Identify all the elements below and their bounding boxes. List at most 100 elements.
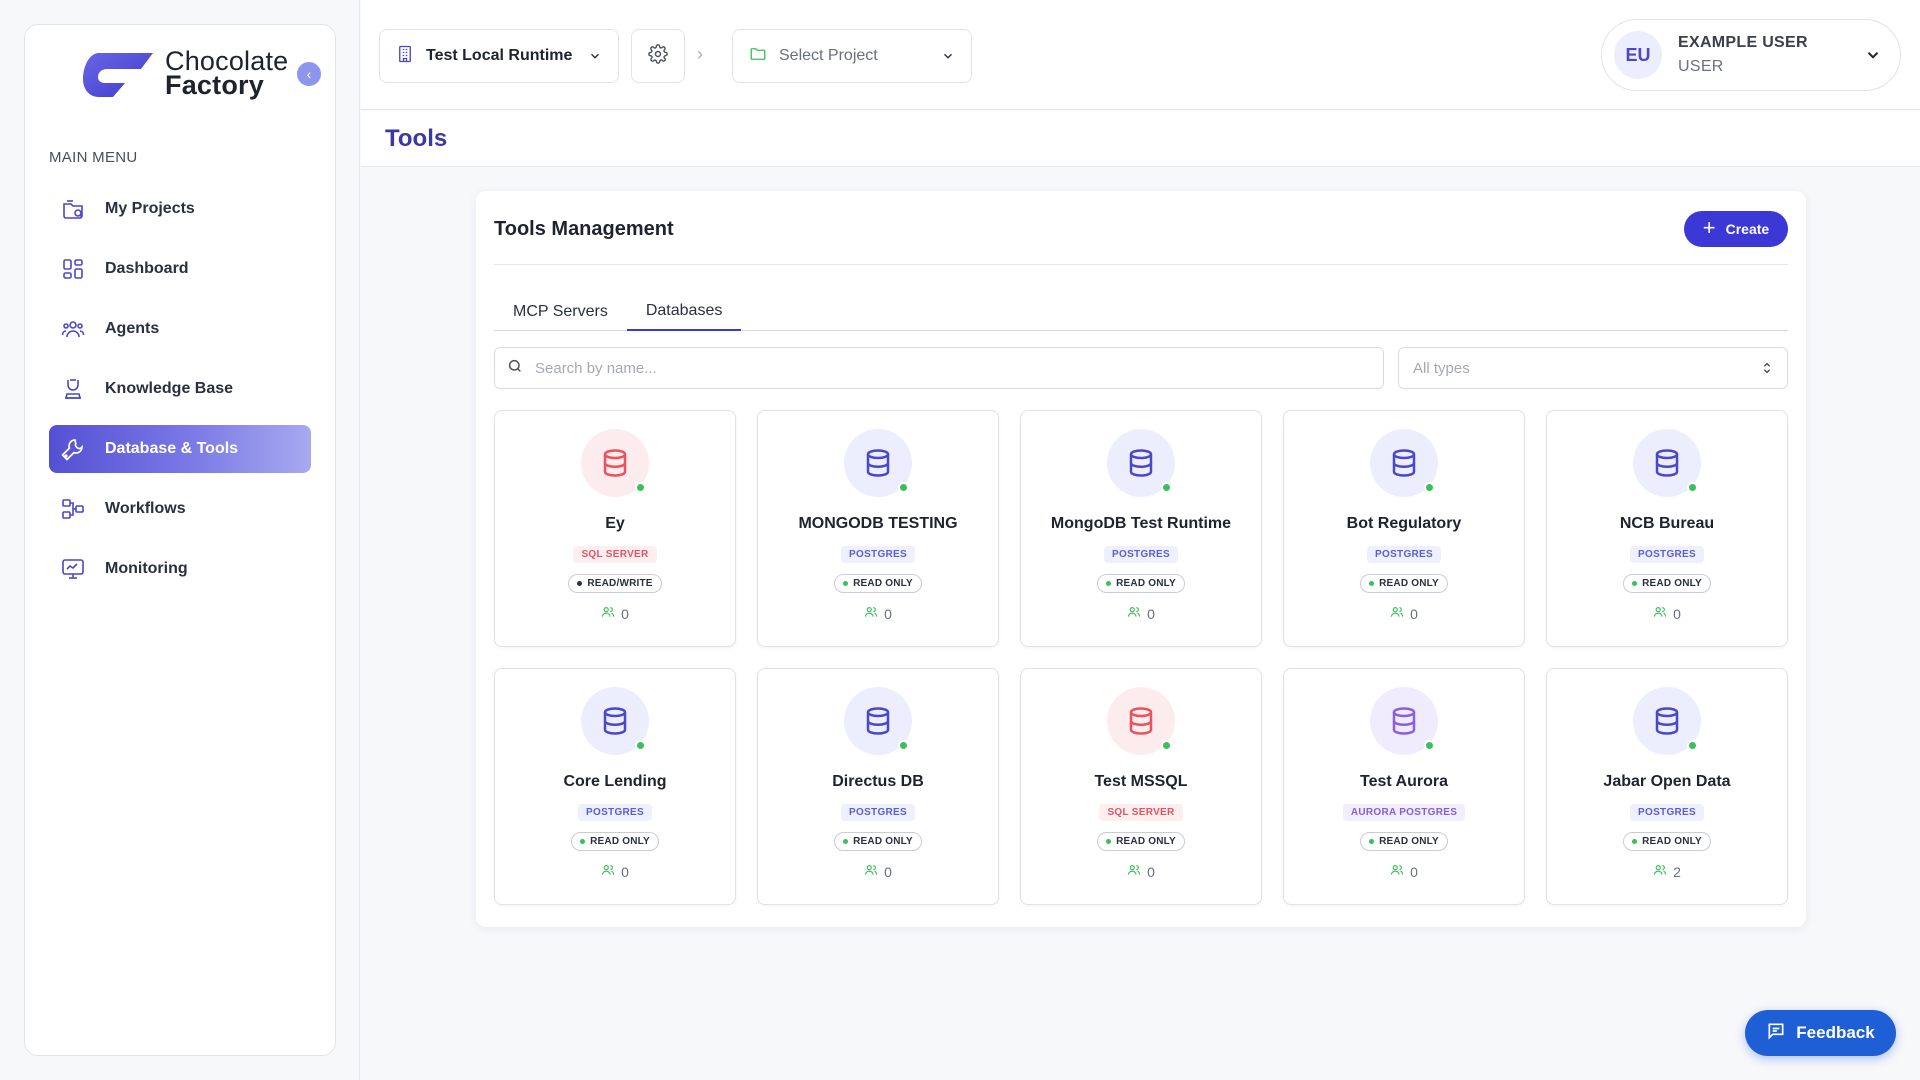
database-card[interactable]: Jabar Open Data POSTGRES READ ONLY 2 bbox=[1546, 668, 1788, 905]
access-badge: READ ONLY bbox=[1360, 574, 1448, 593]
workflow-icon bbox=[59, 495, 87, 523]
gear-icon bbox=[648, 43, 668, 69]
access-badge: READ ONLY bbox=[1097, 574, 1185, 593]
tab-mcp-servers[interactable]: MCP Servers bbox=[494, 293, 627, 331]
database-name: MongoDB Test Runtime bbox=[1050, 515, 1232, 532]
project-selector[interactable]: Select Project bbox=[732, 29, 972, 83]
database-icon bbox=[1370, 429, 1438, 497]
user-count-value: 0 bbox=[1673, 605, 1681, 622]
online-status-dot bbox=[1161, 740, 1172, 751]
access-badge: READ ONLY bbox=[834, 574, 922, 593]
online-status-dot bbox=[1424, 482, 1435, 493]
users-icon bbox=[1390, 863, 1404, 880]
tab-databases[interactable]: Databases bbox=[626, 293, 742, 331]
sidebar-item-my-projects[interactable]: My Projects bbox=[49, 185, 311, 233]
access-dot bbox=[1106, 839, 1112, 844]
user-count: 0 bbox=[1127, 605, 1155, 622]
database-card[interactable]: NCB Bureau POSTGRES READ ONLY 0 bbox=[1546, 410, 1788, 647]
building-icon bbox=[396, 45, 414, 68]
database-card[interactable]: MongoDB Test Runtime POSTGRES READ ONLY … bbox=[1020, 410, 1262, 647]
database-card[interactable]: Directus DB POSTGRES READ ONLY 0 bbox=[757, 668, 999, 905]
user-count-value: 0 bbox=[1147, 863, 1155, 880]
database-grid: Ey SQL SERVER READ/WRITE 0 MONGODB TESTI… bbox=[494, 410, 1788, 905]
tool-tabs: MCP Servers Databases bbox=[494, 293, 1788, 331]
database-card[interactable]: Ey SQL SERVER READ/WRITE 0 bbox=[494, 410, 736, 647]
type-filter-select[interactable]: All types bbox=[1398, 347, 1788, 389]
user-count: 0 bbox=[1390, 605, 1418, 622]
projects-icon bbox=[59, 195, 87, 223]
users-icon bbox=[1127, 863, 1141, 880]
access-badge: READ ONLY bbox=[1623, 574, 1711, 593]
database-card[interactable]: MONGODB TESTING POSTGRES READ ONLY 0 bbox=[757, 410, 999, 647]
sidebar-item-agents[interactable]: Agents bbox=[49, 305, 311, 353]
user-menu[interactable]: EU EXAMPLE USER USER bbox=[1601, 19, 1901, 91]
runtime-selector[interactable]: Test Local Runtime bbox=[379, 29, 619, 83]
create-button-label: Create bbox=[1725, 221, 1770, 237]
knowledge-base-icon bbox=[59, 375, 87, 403]
sidebar-item-monitoring[interactable]: Monitoring bbox=[49, 545, 311, 593]
main-menu: My Projects Dashboard Agents Knowledge B… bbox=[49, 185, 311, 605]
brand-logo[interactable]: Chocolate Factory bbox=[81, 47, 288, 99]
type-filter-value: All types bbox=[1413, 359, 1470, 377]
database-name: Test MSSQL bbox=[1094, 773, 1188, 790]
access-dot bbox=[1106, 581, 1112, 586]
database-type-badge: POSTGRES bbox=[1367, 546, 1441, 563]
access-label: READ ONLY bbox=[1116, 836, 1176, 847]
sidebar-item-knowledge-base[interactable]: Knowledge Base bbox=[49, 365, 311, 413]
chevron-up-down-icon bbox=[1761, 361, 1773, 375]
sidebar-item-database-tools[interactable]: Database & Tools bbox=[49, 425, 311, 473]
sidebar-item-workflows[interactable]: Workflows bbox=[49, 485, 311, 533]
database-card[interactable]: Bot Regulatory POSTGRES READ ONLY 0 bbox=[1283, 410, 1525, 647]
user-count: 2 bbox=[1653, 863, 1681, 880]
access-dot bbox=[577, 581, 583, 586]
create-button[interactable]: + Create bbox=[1684, 211, 1788, 247]
access-label: READ ONLY bbox=[1379, 578, 1439, 589]
database-icon bbox=[1633, 429, 1701, 497]
access-dot bbox=[1632, 839, 1638, 844]
online-status-dot bbox=[1424, 740, 1435, 751]
sidebar-panel: Chocolate Factory MAIN MENU My Projects … bbox=[24, 24, 336, 1056]
access-dot bbox=[1369, 839, 1375, 844]
database-card[interactable]: Test MSSQL SQL SERVER READ ONLY 0 bbox=[1020, 668, 1262, 905]
feedback-button[interactable]: Feedback bbox=[1745, 1010, 1896, 1056]
access-dot bbox=[580, 839, 586, 844]
top-bar: Test Local Runtime › Select Project EU E… bbox=[361, 0, 1920, 110]
chevron-down-icon bbox=[1864, 46, 1882, 64]
users-icon bbox=[601, 605, 615, 622]
chevron-right-icon: › bbox=[697, 44, 703, 64]
database-icon bbox=[1107, 687, 1175, 755]
access-badge: READ ONLY bbox=[571, 832, 659, 851]
users-icon bbox=[1653, 863, 1667, 880]
database-card[interactable]: Core Lending POSTGRES READ ONLY 0 bbox=[494, 668, 736, 905]
sidebar-collapse-button[interactable]: ‹ bbox=[295, 60, 323, 88]
runtime-selector-value: Test Local Runtime bbox=[426, 47, 573, 64]
access-badge: READ ONLY bbox=[834, 832, 922, 851]
users-icon bbox=[864, 863, 878, 880]
database-icon bbox=[1370, 687, 1438, 755]
access-dot bbox=[843, 581, 849, 586]
user-count-value: 0 bbox=[621, 605, 629, 622]
sidebar-item-dashboard[interactable]: Dashboard bbox=[49, 245, 311, 293]
database-name: Core Lending bbox=[563, 773, 667, 790]
user-info: EXAMPLE USER USER bbox=[1678, 34, 1808, 76]
database-type-badge: POSTGRES bbox=[841, 546, 915, 563]
user-count: 0 bbox=[1653, 605, 1681, 622]
runtime-settings-button[interactable] bbox=[631, 29, 685, 83]
chevron-left-icon: ‹ bbox=[306, 66, 312, 82]
database-name: Directus DB bbox=[832, 773, 924, 790]
access-dot bbox=[843, 839, 849, 844]
search-input[interactable] bbox=[535, 359, 1355, 377]
chevron-down-icon bbox=[941, 49, 955, 63]
project-selector-placeholder: Select Project bbox=[779, 47, 878, 64]
database-card[interactable]: Test Aurora AURORA POSTGRES READ ONLY 0 bbox=[1283, 668, 1525, 905]
users-icon bbox=[1127, 605, 1141, 622]
sidebar-item-label: My Projects bbox=[105, 200, 195, 217]
user-count-value: 0 bbox=[884, 863, 892, 880]
access-label: READ ONLY bbox=[1642, 578, 1702, 589]
plus-icon: + bbox=[1702, 215, 1716, 240]
agents-icon bbox=[59, 315, 87, 343]
chat-icon bbox=[1766, 1021, 1786, 1046]
page-header: Tools bbox=[361, 111, 1920, 167]
main-menu-title: MAIN MENU bbox=[49, 149, 138, 166]
sidebar-item-label: Monitoring bbox=[105, 560, 188, 577]
